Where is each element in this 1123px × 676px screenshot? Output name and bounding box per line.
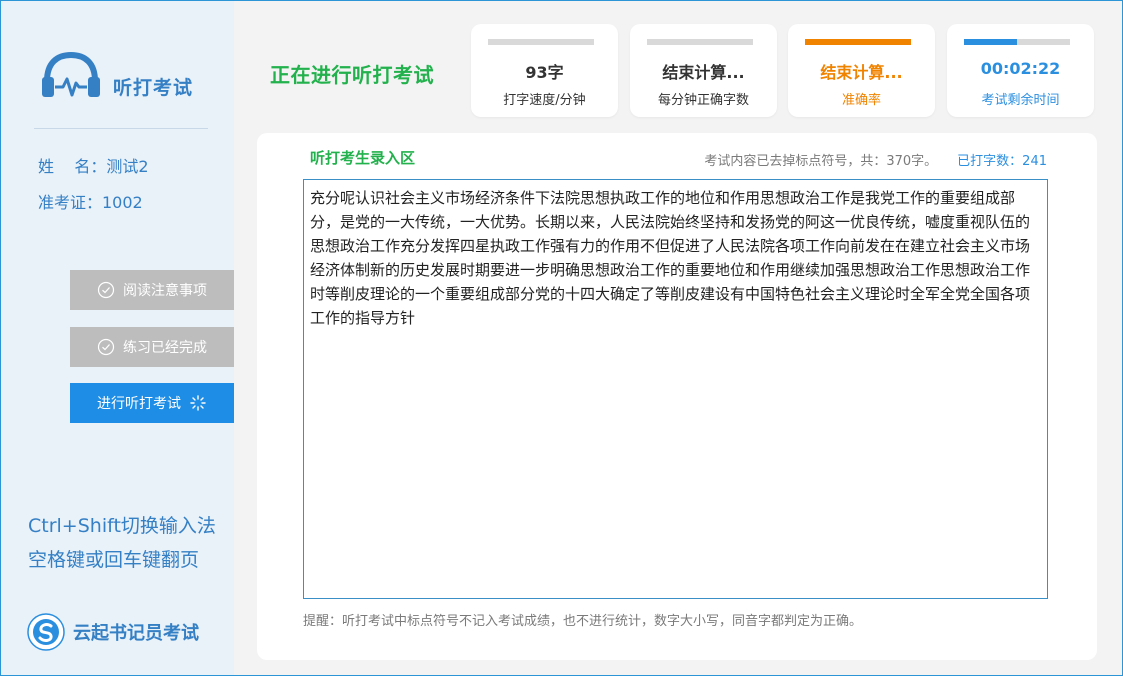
loading-spinner-icon	[190, 395, 206, 411]
candidate-name: 姓 名：测试2	[38, 157, 149, 176]
headphone-logo-icon	[42, 51, 100, 97]
stat-value: 结束计算...	[662, 63, 745, 82]
brand-logo-icon	[27, 613, 65, 651]
content-info: 考试内容已去掉标点符号，共：370字。	[704, 154, 938, 169]
sidebar: 听打考试 姓 名：测试2 准考证：1002 阅读注意事项 练习已经完成 进行听打…	[1, 1, 234, 675]
panel-meta: 考试内容已去掉标点符号，共：370字。 已打字数：241	[704, 150, 1047, 169]
step-label: 进行听打考试	[97, 396, 181, 412]
app-logo-text: 听打考试	[113, 77, 194, 99]
progress-bar	[805, 39, 911, 45]
check-circle-icon	[97, 281, 115, 299]
brand: 云起书记员考试	[27, 613, 199, 651]
stat-label: 每分钟正确字数	[657, 93, 749, 108]
stat-label: 准确率	[841, 93, 881, 108]
step-label: 练习已经完成	[123, 340, 207, 356]
stat-accuracy: 结束计算... 准确率	[788, 24, 935, 117]
check-circle-icon	[97, 338, 115, 356]
reminder-text: 提醒：听打考试中标点符号不记入考试成绩，也不进行统计，数字大小写，同音字都判定为…	[303, 614, 863, 629]
progress-bar	[647, 39, 753, 45]
sidebar-divider	[34, 128, 208, 129]
stat-label: 打字速度/分钟	[503, 93, 586, 108]
brand-text: 云起书记员考试	[73, 623, 199, 644]
progress-bar	[964, 39, 1070, 45]
step-label: 阅读注意事项	[123, 283, 207, 299]
step-listening-exam[interactable]: 进行听打考试	[70, 383, 234, 423]
tip-switch-ime: Ctrl+Shift切换输入法	[28, 515, 216, 537]
typed-count: 已打字数：241	[957, 154, 1047, 169]
progress-bar	[488, 39, 594, 45]
page-title: 正在进行听打考试	[270, 63, 434, 87]
step-practice-done[interactable]: 练习已经完成	[70, 327, 234, 367]
stat-value: 00:02:22	[980, 59, 1061, 78]
app-window: 听打考试 姓 名：测试2 准考证：1002 阅读注意事项 练习已经完成 进行听打…	[1, 1, 1122, 675]
stat-typing-speed: 93字 打字速度/分钟	[471, 24, 618, 117]
typing-input-area[interactable]: 充分呢认识社会主义市场经济条件下法院思想执政工作的地位和作用思想政治工作是我党工…	[303, 179, 1048, 599]
tip-page-turn: 空格键或回车键翻页	[28, 549, 200, 571]
stat-value: 结束计算...	[820, 63, 903, 82]
input-panel: 听打考生录入区 考试内容已去掉标点符号，共：370字。 已打字数：241 充分呢…	[257, 133, 1097, 660]
stat-time-remaining: 00:02:22 考试剩余时间	[947, 24, 1094, 117]
candidate-id: 准考证：1002	[38, 193, 143, 212]
step-read-notes[interactable]: 阅读注意事项	[70, 270, 234, 310]
stat-value: 93字	[525, 63, 564, 82]
stat-label: 考试剩余时间	[981, 93, 1060, 108]
stat-correct-per-minute: 结束计算... 每分钟正确字数	[630, 24, 777, 117]
panel-title: 听打考生录入区	[310, 149, 416, 167]
